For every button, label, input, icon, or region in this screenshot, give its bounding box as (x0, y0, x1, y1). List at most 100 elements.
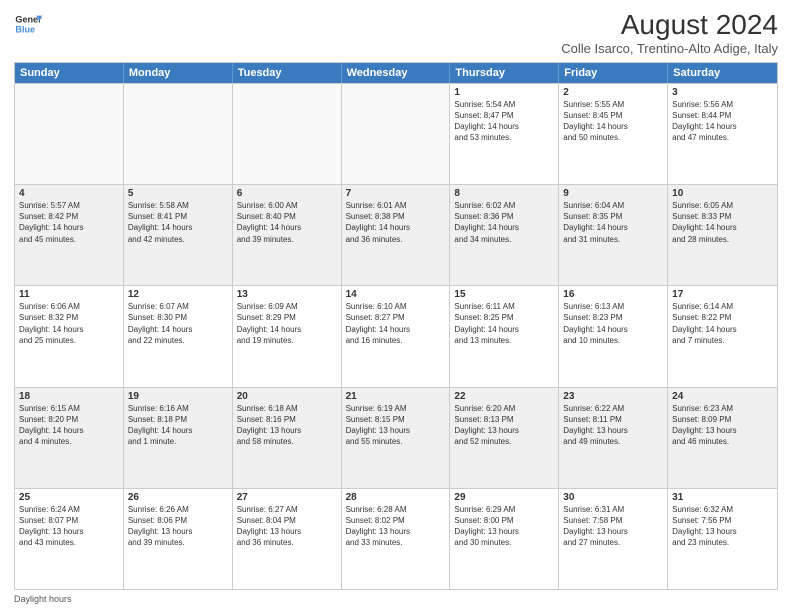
day-info: Sunrise: 6:24 AM Sunset: 8:07 PM Dayligh… (19, 504, 119, 549)
logo: General Blue (14, 10, 42, 38)
day-cell-26: 26Sunrise: 6:26 AM Sunset: 8:06 PM Dayli… (124, 489, 233, 589)
header-day-tuesday: Tuesday (233, 63, 342, 83)
day-number: 9 (563, 188, 663, 199)
day-info: Sunrise: 6:20 AM Sunset: 8:13 PM Dayligh… (454, 403, 554, 448)
day-info: Sunrise: 5:58 AM Sunset: 8:41 PM Dayligh… (128, 200, 228, 245)
day-number: 15 (454, 289, 554, 300)
calendar-body: 1Sunrise: 5:54 AM Sunset: 8:47 PM Daylig… (15, 83, 777, 589)
day-info: Sunrise: 6:31 AM Sunset: 7:58 PM Dayligh… (563, 504, 663, 549)
header-day-thursday: Thursday (450, 63, 559, 83)
day-info: Sunrise: 6:23 AM Sunset: 8:09 PM Dayligh… (672, 403, 773, 448)
day-info: Sunrise: 5:57 AM Sunset: 8:42 PM Dayligh… (19, 200, 119, 245)
day-cell-7: 7Sunrise: 6:01 AM Sunset: 8:38 PM Daylig… (342, 185, 451, 285)
day-cell-16: 16Sunrise: 6:13 AM Sunset: 8:23 PM Dayli… (559, 286, 668, 386)
day-info: Sunrise: 6:22 AM Sunset: 8:11 PM Dayligh… (563, 403, 663, 448)
day-cell-4: 4Sunrise: 5:57 AM Sunset: 8:42 PM Daylig… (15, 185, 124, 285)
day-cell-31: 31Sunrise: 6:32 AM Sunset: 7:56 PM Dayli… (668, 489, 777, 589)
day-info: Sunrise: 6:19 AM Sunset: 8:15 PM Dayligh… (346, 403, 446, 448)
day-cell-21: 21Sunrise: 6:19 AM Sunset: 8:15 PM Dayli… (342, 388, 451, 488)
day-cell-14: 14Sunrise: 6:10 AM Sunset: 8:27 PM Dayli… (342, 286, 451, 386)
header-day-wednesday: Wednesday (342, 63, 451, 83)
day-number: 7 (346, 188, 446, 199)
day-number: 23 (563, 391, 663, 402)
day-cell-28: 28Sunrise: 6:28 AM Sunset: 8:02 PM Dayli… (342, 489, 451, 589)
day-cell-13: 13Sunrise: 6:09 AM Sunset: 8:29 PM Dayli… (233, 286, 342, 386)
sub-title: Colle Isarco, Trentino-Alto Adige, Italy (561, 41, 778, 56)
day-number: 5 (128, 188, 228, 199)
logo-icon: General Blue (14, 10, 42, 38)
day-info: Sunrise: 6:06 AM Sunset: 8:32 PM Dayligh… (19, 301, 119, 346)
header: General Blue August 2024 Colle Isarco, T… (14, 10, 778, 56)
footer-note: Daylight hours (14, 594, 778, 604)
day-cell-9: 9Sunrise: 6:04 AM Sunset: 8:35 PM Daylig… (559, 185, 668, 285)
day-info: Sunrise: 6:11 AM Sunset: 8:25 PM Dayligh… (454, 301, 554, 346)
day-number: 10 (672, 188, 773, 199)
day-number: 21 (346, 391, 446, 402)
svg-text:Blue: Blue (15, 24, 35, 34)
day-number: 8 (454, 188, 554, 199)
day-number: 1 (454, 87, 554, 98)
day-number: 12 (128, 289, 228, 300)
day-number: 16 (563, 289, 663, 300)
day-info: Sunrise: 6:29 AM Sunset: 8:00 PM Dayligh… (454, 504, 554, 549)
main-title: August 2024 (561, 10, 778, 41)
day-cell-15: 15Sunrise: 6:11 AM Sunset: 8:25 PM Dayli… (450, 286, 559, 386)
day-cell-3: 3Sunrise: 5:56 AM Sunset: 8:44 PM Daylig… (668, 84, 777, 184)
day-cell-30: 30Sunrise: 6:31 AM Sunset: 7:58 PM Dayli… (559, 489, 668, 589)
day-info: Sunrise: 6:04 AM Sunset: 8:35 PM Dayligh… (563, 200, 663, 245)
day-info: Sunrise: 5:54 AM Sunset: 8:47 PM Dayligh… (454, 99, 554, 144)
day-info: Sunrise: 6:32 AM Sunset: 7:56 PM Dayligh… (672, 504, 773, 549)
header-day-monday: Monday (124, 63, 233, 83)
day-number: 26 (128, 492, 228, 503)
day-cell-25: 25Sunrise: 6:24 AM Sunset: 8:07 PM Dayli… (15, 489, 124, 589)
empty-cell (233, 84, 342, 184)
day-number: 3 (672, 87, 773, 98)
day-cell-11: 11Sunrise: 6:06 AM Sunset: 8:32 PM Dayli… (15, 286, 124, 386)
day-number: 13 (237, 289, 337, 300)
day-info: Sunrise: 6:07 AM Sunset: 8:30 PM Dayligh… (128, 301, 228, 346)
day-cell-1: 1Sunrise: 5:54 AM Sunset: 8:47 PM Daylig… (450, 84, 559, 184)
day-number: 20 (237, 391, 337, 402)
day-info: Sunrise: 6:28 AM Sunset: 8:02 PM Dayligh… (346, 504, 446, 549)
day-info: Sunrise: 6:27 AM Sunset: 8:04 PM Dayligh… (237, 504, 337, 549)
day-info: Sunrise: 6:26 AM Sunset: 8:06 PM Dayligh… (128, 504, 228, 549)
day-info: Sunrise: 6:00 AM Sunset: 8:40 PM Dayligh… (237, 200, 337, 245)
empty-cell (15, 84, 124, 184)
page: General Blue August 2024 Colle Isarco, T… (0, 0, 792, 612)
day-info: Sunrise: 6:18 AM Sunset: 8:16 PM Dayligh… (237, 403, 337, 448)
header-day-friday: Friday (559, 63, 668, 83)
day-info: Sunrise: 6:15 AM Sunset: 8:20 PM Dayligh… (19, 403, 119, 448)
day-cell-22: 22Sunrise: 6:20 AM Sunset: 8:13 PM Dayli… (450, 388, 559, 488)
day-cell-8: 8Sunrise: 6:02 AM Sunset: 8:36 PM Daylig… (450, 185, 559, 285)
day-cell-12: 12Sunrise: 6:07 AM Sunset: 8:30 PM Dayli… (124, 286, 233, 386)
day-number: 28 (346, 492, 446, 503)
day-number: 2 (563, 87, 663, 98)
empty-cell (124, 84, 233, 184)
day-number: 14 (346, 289, 446, 300)
day-number: 19 (128, 391, 228, 402)
day-cell-20: 20Sunrise: 6:18 AM Sunset: 8:16 PM Dayli… (233, 388, 342, 488)
day-cell-27: 27Sunrise: 6:27 AM Sunset: 8:04 PM Dayli… (233, 489, 342, 589)
day-cell-23: 23Sunrise: 6:22 AM Sunset: 8:11 PM Dayli… (559, 388, 668, 488)
calendar-row: 4Sunrise: 5:57 AM Sunset: 8:42 PM Daylig… (15, 184, 777, 285)
day-cell-19: 19Sunrise: 6:16 AM Sunset: 8:18 PM Dayli… (124, 388, 233, 488)
day-info: Sunrise: 6:02 AM Sunset: 8:36 PM Dayligh… (454, 200, 554, 245)
calendar-row: 1Sunrise: 5:54 AM Sunset: 8:47 PM Daylig… (15, 83, 777, 184)
calendar-row: 18Sunrise: 6:15 AM Sunset: 8:20 PM Dayli… (15, 387, 777, 488)
day-number: 11 (19, 289, 119, 300)
day-cell-18: 18Sunrise: 6:15 AM Sunset: 8:20 PM Dayli… (15, 388, 124, 488)
title-block: August 2024 Colle Isarco, Trentino-Alto … (561, 10, 778, 56)
header-day-saturday: Saturday (668, 63, 777, 83)
day-info: Sunrise: 5:56 AM Sunset: 8:44 PM Dayligh… (672, 99, 773, 144)
calendar: SundayMondayTuesdayWednesdayThursdayFrid… (14, 62, 778, 590)
calendar-row: 11Sunrise: 6:06 AM Sunset: 8:32 PM Dayli… (15, 285, 777, 386)
day-cell-17: 17Sunrise: 6:14 AM Sunset: 8:22 PM Dayli… (668, 286, 777, 386)
day-cell-29: 29Sunrise: 6:29 AM Sunset: 8:00 PM Dayli… (450, 489, 559, 589)
day-number: 29 (454, 492, 554, 503)
day-cell-2: 2Sunrise: 5:55 AM Sunset: 8:45 PM Daylig… (559, 84, 668, 184)
day-info: Sunrise: 6:16 AM Sunset: 8:18 PM Dayligh… (128, 403, 228, 448)
day-cell-6: 6Sunrise: 6:00 AM Sunset: 8:40 PM Daylig… (233, 185, 342, 285)
calendar-row: 25Sunrise: 6:24 AM Sunset: 8:07 PM Dayli… (15, 488, 777, 589)
day-number: 24 (672, 391, 773, 402)
day-cell-5: 5Sunrise: 5:58 AM Sunset: 8:41 PM Daylig… (124, 185, 233, 285)
